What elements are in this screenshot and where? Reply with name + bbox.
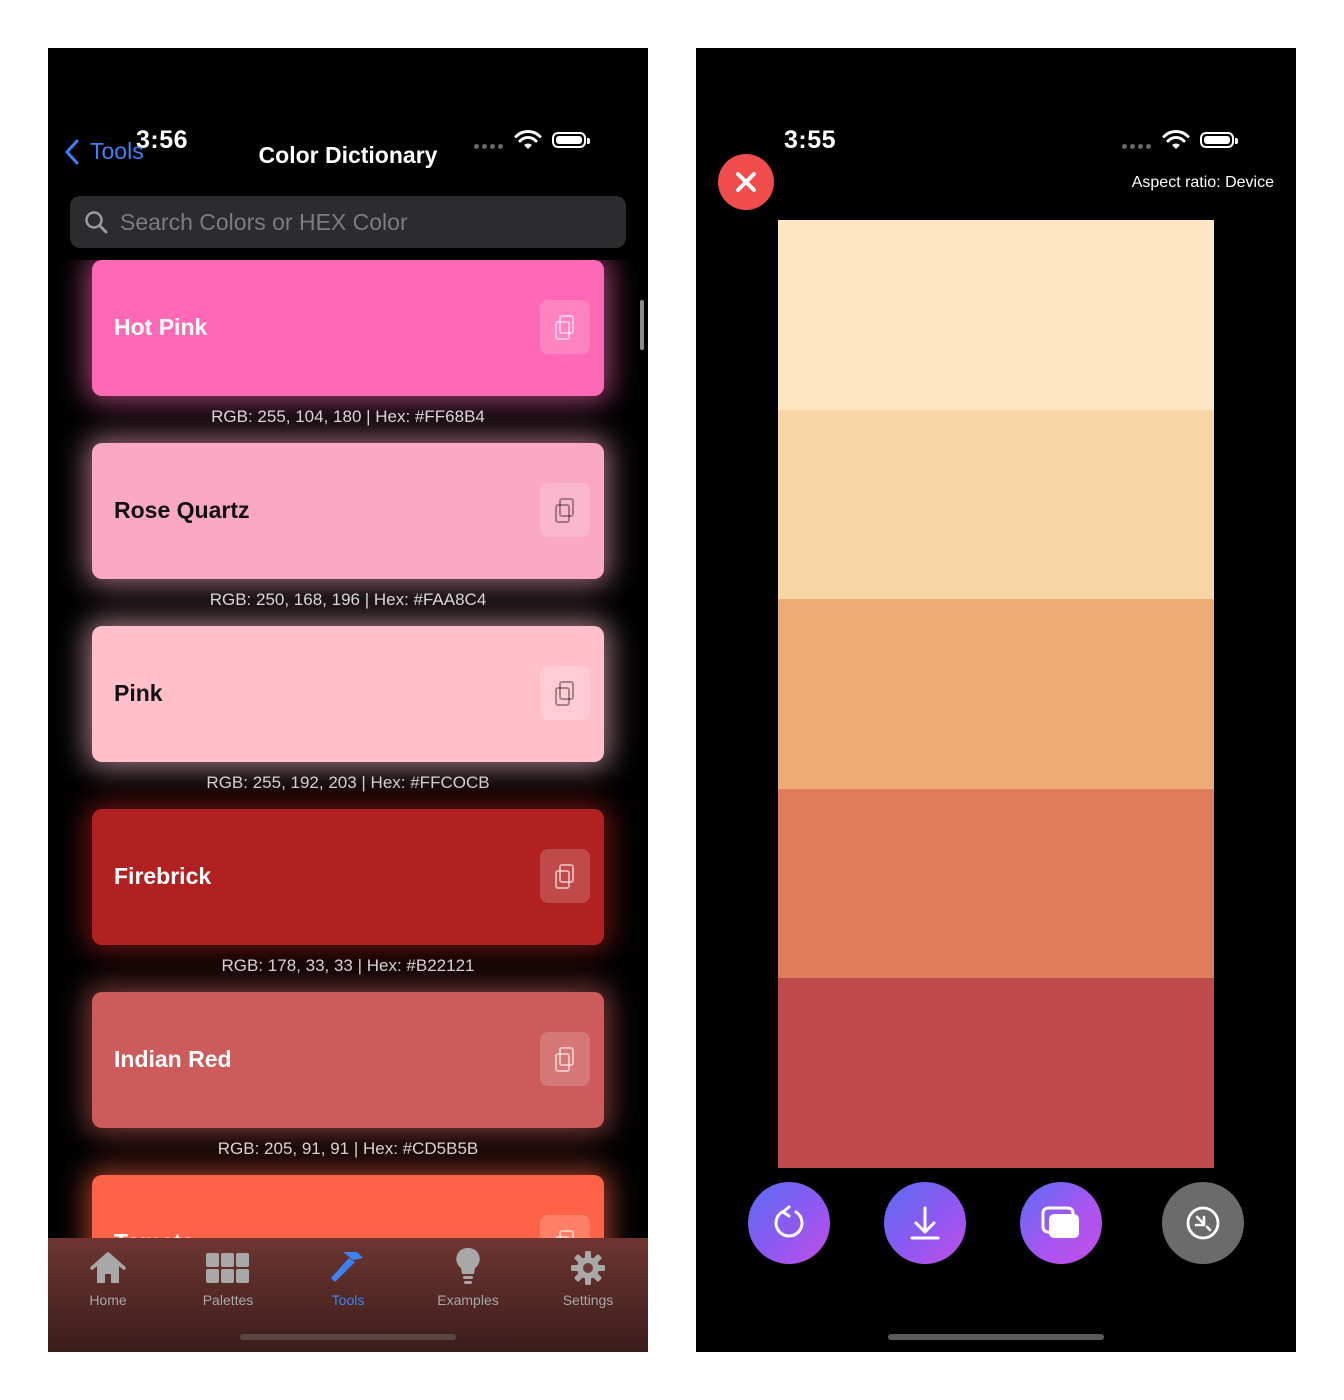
search-field[interactable]: Search Colors or HEX Color [70, 196, 626, 248]
copy-icon [555, 1230, 574, 1238]
copy-icon [555, 1047, 574, 1072]
signal-icon [1122, 144, 1154, 150]
tab-examples[interactable]: Examples [418, 1246, 518, 1308]
color-list[interactable]: Hot Pink RGB: 255, 104, 180 | Hex: #FF68B… [48, 260, 648, 1238]
download-button[interactable] [884, 1182, 966, 1264]
color-name: Firebrick [114, 863, 212, 889]
copy-icon [555, 498, 574, 523]
copy-color-button[interactable] [540, 1215, 590, 1238]
color-item: Tomato [92, 1175, 604, 1238]
search-icon [85, 211, 108, 234]
copy-icon [555, 315, 574, 340]
close-button[interactable] [718, 154, 774, 210]
house-icon [58, 1246, 158, 1286]
palette-export-screen: 3:55 Aspect ratio: Device [696, 48, 1296, 1352]
tab-tools[interactable]: Tools [298, 1246, 398, 1308]
color-card[interactable]: Tomato [92, 1175, 604, 1238]
color-card[interactable]: Hot Pink [92, 260, 604, 396]
gear-icon [538, 1246, 638, 1286]
battery-icon [1200, 132, 1238, 148]
copy-color-button[interactable] [540, 1032, 590, 1086]
download-icon [910, 1206, 940, 1240]
scroll-indicator[interactable] [640, 300, 644, 350]
tab-label: Settings [562, 1292, 614, 1308]
page-title: Color Dictionary [258, 142, 438, 168]
home-indicator [888, 1334, 1104, 1340]
copy-icon [1041, 1206, 1079, 1238]
color-item: Pink RGB: 255, 192, 203 | Hex: #FFCOCB [92, 626, 604, 792]
palette-swatch [778, 599, 1214, 789]
palette-preview [778, 220, 1214, 1168]
aspect-ratio-label[interactable]: Aspect ratio: Device [1132, 174, 1274, 192]
color-item: Rose Quartz RGB: 250, 168, 196 | Hex: #FA… [92, 443, 604, 609]
home-indicator [240, 1334, 456, 1340]
color-name: Indian Red [114, 1046, 232, 1072]
color-card[interactable]: Firebrick [92, 809, 604, 945]
copy-icon [555, 681, 574, 706]
refresh-icon [774, 1205, 804, 1238]
status-time: 3:55 [784, 126, 837, 154]
wifi-icon [1162, 130, 1190, 149]
color-item: Firebrick RGB: 178, 33, 33 | Hex: #B22121 [92, 809, 604, 975]
palette-swatch [778, 220, 1214, 410]
color-item: Indian Red RGB: 205, 91, 91 | Hex: #CD5B5… [92, 992, 604, 1158]
tab-settings[interactable]: Settings [538, 1246, 638, 1308]
color-values: RGB: 250, 168, 196 | Hex: #FAA8C4 [209, 590, 487, 609]
color-values: RGB: 205, 91, 91 | Hex: #CD5B5B [217, 1139, 479, 1158]
refresh-button[interactable] [748, 1182, 830, 1264]
color-values: RGB: 255, 192, 203 | Hex: #FFCOCB [206, 773, 490, 792]
copy-color-button[interactable] [540, 483, 590, 537]
color-name: Rose Quartz [114, 497, 250, 523]
tab-label: Examples [437, 1292, 499, 1308]
tab-label: Palettes [202, 1292, 254, 1308]
palette-swatch [778, 409, 1214, 600]
lightbulb-icon [418, 1246, 518, 1286]
color-card[interactable]: Rose Quartz [92, 443, 604, 579]
hammer-icon [298, 1246, 398, 1286]
tab-label: Home [89, 1292, 127, 1308]
tab-palettes[interactable]: Palettes [178, 1246, 278, 1308]
color-card[interactable]: Pink [92, 626, 604, 762]
copy-button[interactable] [1020, 1182, 1102, 1264]
color-item: Hot Pink RGB: 255, 104, 180 | Hex: #FF68B… [92, 260, 604, 426]
copy-icon [555, 864, 574, 889]
search-placeholder: Search Colors or HEX Color [120, 209, 408, 235]
color-values: RGB: 178, 33, 33 | Hex: #B22121 [221, 956, 475, 975]
palette-swatch [778, 978, 1214, 1168]
tab-label: Tools [331, 1292, 365, 1308]
collapse-icon [1186, 1206, 1220, 1240]
copy-color-button[interactable] [540, 666, 590, 720]
color-name: Pink [114, 680, 163, 706]
color-card[interactable]: Indian Red [92, 992, 604, 1128]
palette-swatch [778, 788, 1214, 979]
close-icon [736, 172, 756, 192]
tab-home[interactable]: Home [58, 1246, 158, 1308]
color-dictionary-screen: 3:56 Tools Color Dictionary Search Color… [48, 48, 648, 1352]
collapse-button[interactable] [1162, 1182, 1244, 1264]
copy-color-button[interactable] [540, 849, 590, 903]
grid-icon [178, 1246, 278, 1286]
copy-color-button[interactable] [540, 300, 590, 354]
color-name: Hot Pink [114, 314, 208, 340]
color-values: RGB: 255, 104, 180 | Hex: #FF68B4 [211, 407, 485, 426]
color-name: Tomato [114, 1229, 195, 1238]
